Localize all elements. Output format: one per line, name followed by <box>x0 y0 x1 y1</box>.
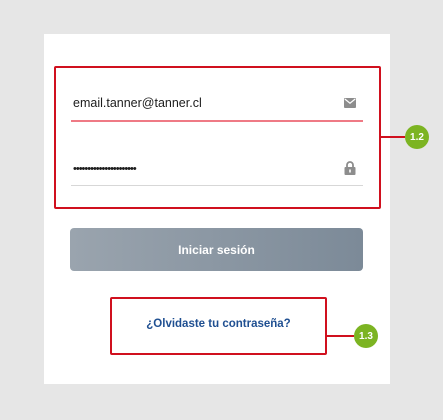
connector-line-forgot <box>327 335 354 337</box>
email-value: email.tanner@tanner.cl <box>73 96 202 110</box>
annotation-badge-fields: 1.2 <box>405 125 429 149</box>
email-field[interactable]: email.tanner@tanner.cl <box>71 86 363 122</box>
envelope-icon <box>343 96 357 110</box>
forgot-password-link[interactable]: ¿Olvidaste tu contraseña? <box>110 318 327 330</box>
login-button[interactable]: Iniciar sesión <box>70 228 363 271</box>
connector-line-fields <box>381 136 405 138</box>
lock-icon <box>343 160 357 175</box>
password-field[interactable]: •••••••••••••••••••••• <box>71 150 363 186</box>
password-value: •••••••••••••••••••••• <box>73 162 137 175</box>
annotation-badge-forgot: 1.3 <box>354 324 378 348</box>
